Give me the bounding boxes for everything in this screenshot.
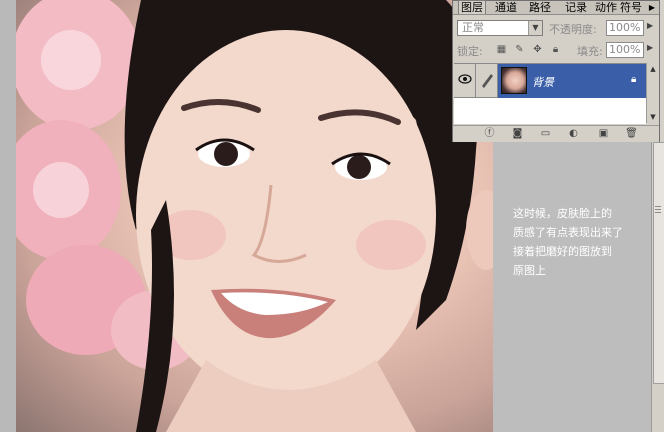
- scrollbar-grip: [655, 209, 661, 210]
- scroll-up-arrow-icon[interactable]: ▲: [648, 64, 658, 74]
- fill-input[interactable]: 100%: [606, 42, 644, 58]
- layer-link-cell[interactable]: [476, 64, 498, 98]
- workspace-left-margin: [0, 0, 16, 432]
- tab-paths[interactable]: 路径: [527, 1, 553, 14]
- blend-row: 正常 ▼ 不透明度: 100% ▶: [457, 19, 657, 39]
- scrollbar-grip: [655, 212, 661, 213]
- scroll-down-arrow-icon[interactable]: ▼: [648, 112, 658, 122]
- annotation-line: 质感了有点表现出来了: [513, 226, 623, 239]
- lock-transparency-icon[interactable]: ▦: [495, 43, 508, 56]
- fill-slider-arrow-icon[interactable]: ▶: [647, 43, 653, 52]
- lock-row: 锁定: ▦ ✎ ✥ 🔒︎ 填充: 100% ▶: [457, 41, 657, 61]
- eye-icon: [458, 74, 472, 84]
- scrollbar-grip: [655, 206, 661, 207]
- panel-tab-bar: 图层 通道 路径 记录 动作 符号 ▶: [453, 0, 659, 15]
- tab-actions[interactable]: 动作: [593, 1, 619, 14]
- tab-layers[interactable]: 图层: [458, 0, 486, 14]
- layer-thumbnail: [501, 67, 527, 94]
- layer-style-icon[interactable]: ⓕ: [483, 127, 496, 140]
- panel-menu-arrow-icon[interactable]: ▶: [647, 2, 657, 13]
- blend-mode-select[interactable]: 正常 ▼: [457, 20, 543, 36]
- opacity-slider-arrow-icon[interactable]: ▶: [647, 21, 653, 30]
- adjustment-layer-icon[interactable]: ◐: [567, 127, 580, 140]
- layer-lock-icon: 🔒︎: [631, 74, 637, 85]
- tab-history[interactable]: 记录: [563, 1, 589, 14]
- tab-tool-presets[interactable]: 符号: [618, 1, 644, 14]
- add-mask-icon[interactable]: ◙: [511, 127, 524, 140]
- scrollbar-thumb[interactable]: [653, 142, 664, 384]
- brush-icon: [482, 74, 493, 88]
- layers-panel: 图层 通道 路径 记录 动作 符号 ▶ 正常 ▼ 不透明度: 100% ▶ 锁定…: [452, 0, 660, 142]
- fill-label: 填充:: [577, 45, 603, 58]
- opacity-label: 不透明度:: [549, 23, 597, 36]
- annotation-line: 原图上: [513, 264, 546, 277]
- panel-bottom-toolbar: ⓕ ◙ ▭ ◐ ▣ 🗑︎: [453, 125, 659, 142]
- lock-position-move-icon[interactable]: ✥: [531, 43, 544, 56]
- document-canvas[interactable]: [16, 0, 493, 432]
- layer-list: 背景 🔒︎: [454, 63, 646, 124]
- portrait-photo: [16, 0, 493, 432]
- lock-label: 锁定:: [457, 45, 483, 58]
- chevron-down-icon[interactable]: ▼: [528, 21, 542, 35]
- annotation-line: 接着把磨好的图放到: [513, 245, 612, 258]
- tab-channels[interactable]: 通道: [493, 1, 519, 14]
- trash-icon[interactable]: 🗑︎: [625, 127, 638, 140]
- new-group-folder-icon[interactable]: ▭: [539, 127, 552, 140]
- opacity-input[interactable]: 100%: [606, 20, 644, 36]
- visibility-toggle[interactable]: [454, 64, 476, 98]
- new-layer-icon[interactable]: ▣: [597, 127, 610, 140]
- lock-all-icon[interactable]: 🔒︎: [549, 43, 562, 56]
- annotation-line: 这时候，皮肤脸上的: [513, 207, 612, 220]
- tutorial-annotation: 这时候，皮肤脸上的 质感了有点表现出来了 接着把磨好的图放到 原图上: [513, 204, 653, 280]
- layer-name: 背景: [532, 76, 554, 89]
- layer-row-background[interactable]: 背景 🔒︎: [454, 64, 646, 98]
- lock-pixels-brush-icon[interactable]: ✎: [513, 43, 526, 56]
- layer-list-scrollbar[interactable]: ▲ ▼: [646, 63, 659, 123]
- blend-mode-value: 正常: [462, 21, 484, 34]
